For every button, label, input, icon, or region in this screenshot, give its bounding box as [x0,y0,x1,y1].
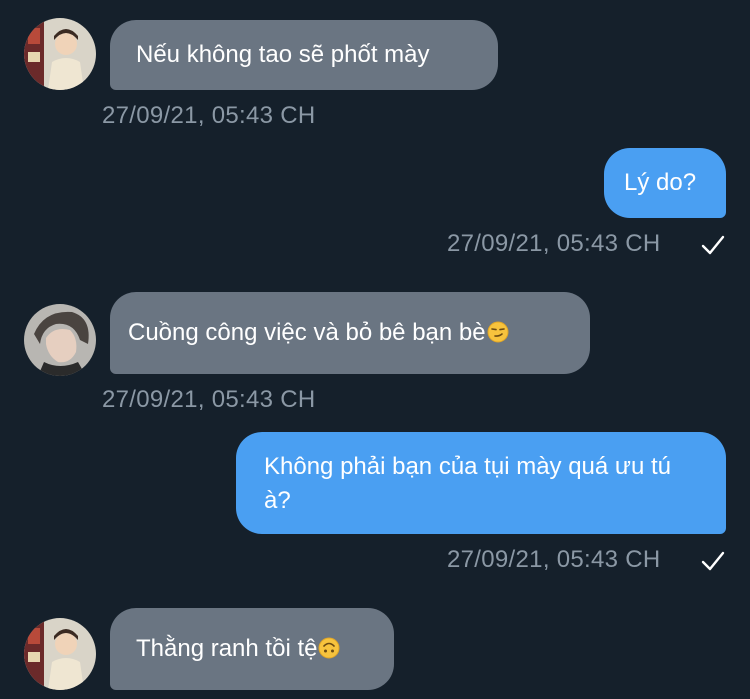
message-text: Lý do? [624,169,697,196]
checkmark-icon [701,551,725,571]
message-bubble-received[interactable]: Thằng ranh tồi tệ [110,608,394,690]
message-bubble-received[interactable]: Nếu không tao sẽ phốt mày [110,20,498,90]
checkmark-icon [701,235,725,255]
message-bubble-received[interactable]: Cuồng công việc và bỏ bê bạn bè [110,292,590,374]
message-bubble-sent[interactable]: Không phải bạn của tụi mày quá ưu tú à? [236,432,726,534]
message-bubble-sent[interactable]: Lý do? [604,148,726,218]
message-timestamp: 27/09/21, 05:43 CH [447,230,661,257]
upside-down-face-emoji-icon [318,637,340,659]
message-text: Không phải bạn của tụi mày quá ưu tú à? [264,453,672,514]
chat-screen: { "colors": { "background": "#15202b", "… [0,0,750,699]
sender-avatar[interactable] [24,618,96,690]
message-text: Cuồng công việc và bỏ bê bạn bè [128,319,486,346]
message-timestamp: 27/09/21, 05:43 CH [102,102,316,129]
sender-avatar[interactable] [24,18,96,90]
message-text: Thằng ranh tồi tệ [136,635,318,662]
message-text: Nếu không tao sẽ phốt mày [136,41,430,68]
message-timestamp: 27/09/21, 05:43 CH [447,546,661,573]
message-timestamp: 27/09/21, 05:43 CH [102,386,316,413]
sender-avatar[interactable] [24,304,96,376]
smirk-emoji-icon [487,321,509,343]
